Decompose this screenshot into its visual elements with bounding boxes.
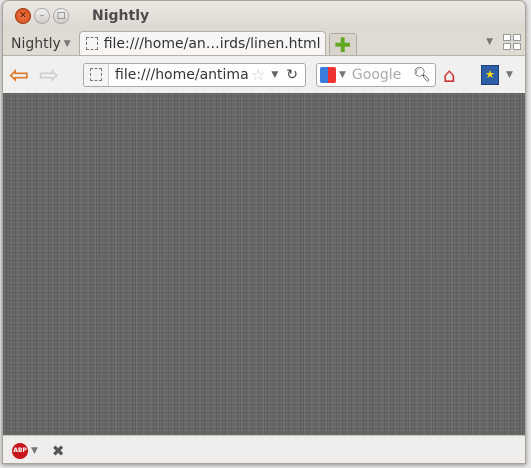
tab-bar: Nightly ▼ file:///home/an…irds/linen.html… <box>3 31 525 57</box>
addon-bar: ABP ▼ ✖ <box>3 435 525 463</box>
page-icon <box>90 68 102 81</box>
search-bar[interactable]: ▼ Google 🔍︎ <box>316 62 436 87</box>
home-icon[interactable]: ⌂ <box>443 63 456 87</box>
close-addon-bar-icon[interactable]: ✖ <box>52 442 65 460</box>
plus-icon: ✚ <box>334 32 352 57</box>
forward-button[interactable]: ⇨ <box>39 61 69 89</box>
google-engine-icon[interactable] <box>320 66 336 83</box>
bookmark-star-icon[interactable]: ☆ <box>251 65 265 84</box>
new-tab-button[interactable]: ✚ <box>328 32 357 57</box>
chevron-down-icon[interactable]: ▼ <box>339 70 346 80</box>
url-bar[interactable]: file:///home/antimatter15/birds/linen.ht… <box>83 62 306 87</box>
close-window-button[interactable]: ✕ <box>15 8 31 24</box>
navigation-toolbar: ⇦ ⇨ file:///home/antimatter15/birds/line… <box>3 55 525 93</box>
minimize-window-button[interactable]: – <box>34 8 50 24</box>
tab-groups-button[interactable] <box>503 34 521 50</box>
search-input[interactable]: Google <box>352 67 413 83</box>
title-bar: ✕ – □ Nightly <box>3 1 525 31</box>
page-content-linen <box>3 93 525 435</box>
tab-title: file:///home/an…irds/linen.html <box>103 35 321 52</box>
window-title: Nightly <box>92 8 150 24</box>
tab-linen[interactable]: file:///home/an…irds/linen.html <box>78 31 326 55</box>
search-icon[interactable]: 🔍︎ <box>413 67 431 83</box>
history-dropdown-icon[interactable]: ▼ <box>271 70 278 80</box>
app-menu-label: Nightly <box>11 36 61 52</box>
list-all-tabs-button[interactable]: ▼ <box>486 37 493 47</box>
bookmarks-icon[interactable]: ★ <box>481 64 499 85</box>
back-button[interactable]: ⇦ <box>9 61 39 89</box>
page-icon <box>85 37 98 50</box>
site-identity-button[interactable] <box>84 63 109 86</box>
chevron-down-icon: ▼ <box>63 39 71 49</box>
adblock-plus-icon[interactable]: ABP <box>12 442 28 459</box>
chevron-down-icon[interactable]: ▼ <box>31 446 38 456</box>
maximize-window-button[interactable]: □ <box>53 8 69 24</box>
app-menu-button[interactable]: Nightly ▼ <box>11 33 71 55</box>
chevron-down-icon[interactable]: ▼ <box>506 70 513 80</box>
browser-window: ✕ – □ Nightly Nightly ▼ file:///home/an…i… <box>2 0 526 464</box>
url-input[interactable]: file:///home/antimatter15/birds/linen.ht… <box>109 67 249 83</box>
reload-icon[interactable]: ↻ <box>286 67 298 83</box>
